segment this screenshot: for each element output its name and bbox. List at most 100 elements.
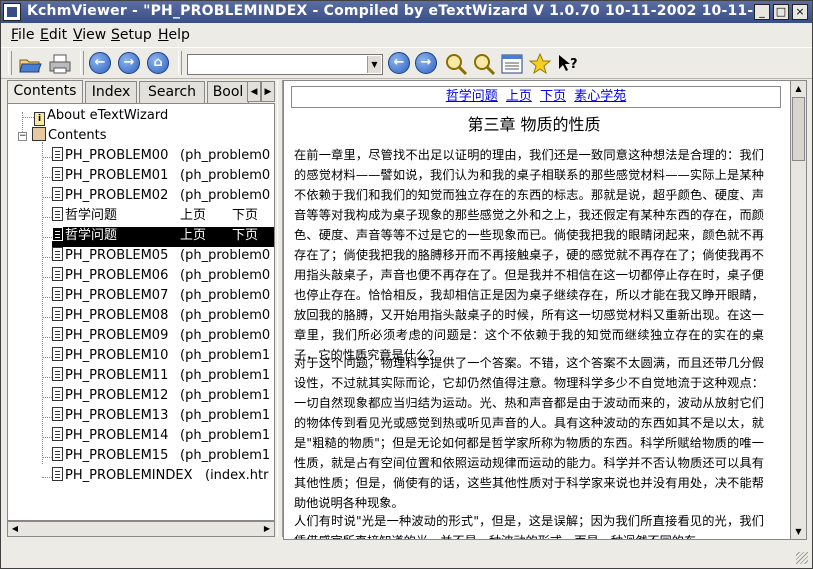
tab-scroll-right-icon[interactable]: ▶ [261,81,275,102]
tree-item-label: 哲学问题 [65,228,118,243]
url-combo[interactable]: ▼ [187,54,383,75]
tree-item-child[interactable]: PH_PROBLEM05 (ph_problem0 [52,247,274,267]
scroll-down-icon[interactable]: ▼ [791,524,806,539]
tree-item-title: (ph_problem0 [180,188,271,203]
minimize-button[interactable]: _ [754,4,770,20]
tab-contents[interactable]: Contents [7,80,83,103]
contents-tree[interactable]: i About eTextWizard − Contents PH_PROBLEM… [7,103,275,521]
document-page-icon [52,207,63,221]
menu-file[interactable]: File [11,27,34,43]
open-folder-icon[interactable] [18,52,42,76]
tree-item-title: 上页 下页 [180,208,259,223]
tree-item-label: PH_PROBLEM15 [65,448,169,463]
tab-bookmarks[interactable]: Bool [207,81,249,103]
home-icon[interactable]: ⌂ [147,52,171,76]
tree-item-title: (ph_problem0 [180,288,271,303]
link-next-page[interactable]: 下页 [540,89,566,104]
link-philosophy-problems[interactable]: 哲学问题 [446,89,498,104]
document-page-icon [52,247,63,261]
tree-item-child[interactable]: PH_PROBLEM10 (ph_problem1 [52,347,274,367]
menu-edit[interactable]: Edit [40,27,67,43]
tree-horizontal-scrollbar[interactable]: ◀ ▶ [7,521,275,537]
prev-page-icon[interactable]: ← [388,52,412,76]
tree-item-child[interactable]: PH_PROBLEM08 (ph_problem0 [52,307,274,327]
tree-item-title: (ph_problem1 [180,388,271,403]
tab-scroll-left-icon[interactable]: ◀ [247,81,261,102]
tree-item-child[interactable]: PH_PROBLEM15 (ph_problem1 [52,447,274,467]
paragraph-2: 对于这个问题，物理科学提供了一个答案。不错，这个答案不太圆满，而且还带几分假设性… [294,356,764,510]
tree-item-child[interactable]: PH_PROBLEM09 (ph_problem0 [52,327,274,347]
tree-item-title: (ph_problem1 [180,448,271,463]
tree-collapse-icon[interactable]: − [18,132,27,141]
tree-item-label: PH_PROBLEM01 [65,168,169,183]
document-page-icon [52,167,63,181]
paragraph-1: 在前一章里，尽管找不出足以证明的理由，我们还是一致同意这种想法是合理的：我们的感… [294,148,764,362]
zoom-out-icon[interactable] [472,52,496,76]
tree-item-child[interactable]: PH_PROBLEM12 (ph_problem1 [52,387,274,407]
svg-text:?: ? [570,57,578,72]
document-page-icon [52,347,63,361]
tree-item-label: 哲学问题 [65,208,118,223]
tree-item-child[interactable]: PH_PROBLEMINDEX (index.htr [52,467,274,487]
toolbar-grip-2[interactable] [80,51,84,75]
document-page-icon [52,187,63,201]
tree-item-title: (ph_problem0 [180,308,271,323]
tab-search[interactable]: Search [139,81,205,103]
chevron-down-icon[interactable]: ▼ [367,56,381,73]
whats-this-icon[interactable]: ? [556,52,580,76]
forward-icon[interactable]: → [118,52,142,76]
tree-item-label: PH_PROBLEM13 [65,408,169,423]
back-icon[interactable]: ← [89,52,113,76]
tree-item-child[interactable]: 哲学问题 上页 下页 [52,227,274,247]
tree-item-label: PH_PROBLEM00 [65,148,169,163]
tree-item-child[interactable]: PH_PROBLEM01 (ph_problem0 [52,167,274,187]
document-page-icon [52,327,63,341]
tree-item-title: (ph_problem0 [180,148,271,163]
page-nav-links: 哲学问题 上页 下页 素心学苑 [291,86,781,108]
tree-item-child[interactable]: 哲学问题 上页 下页 [52,207,274,227]
link-suxin-xueyuan[interactable]: 素心学苑 [574,89,626,104]
maximize-button[interactable]: □ [773,4,789,20]
menu-setup[interactable]: Setup [111,27,152,43]
zoom-in-icon[interactable] [444,52,468,76]
tree-item-title: (ph_problem0 [180,328,271,343]
scroll-right-icon[interactable]: ▶ [260,522,274,536]
tree-item-child[interactable]: PH_PROBLEM14 (ph_problem1 [52,427,274,447]
tree-item-label: PH_PROBLEM05 [65,248,169,263]
resize-grip[interactable] [796,552,808,564]
book-icon [32,127,46,141]
link-prev-page[interactable]: 上页 [506,89,532,104]
menu-help[interactable]: Help [158,27,190,43]
scroll-up-icon[interactable]: ▲ [791,81,806,96]
window-title: KchmViewer - "PH_PROBLEMINDEX - Compiled… [27,3,764,19]
bookmark-star-icon[interactable] [528,52,552,76]
source-view-icon[interactable] [500,52,524,76]
tree-item-contents[interactable]: Contents [32,127,106,147]
scrollbar-thumb[interactable] [792,97,805,161]
tab-index[interactable]: Index [85,81,137,103]
document-page-icon [52,367,63,381]
tree-item-about[interactable]: i About eTextWizard [34,107,168,127]
menu-view[interactable]: View [73,27,106,43]
next-page-icon[interactable]: → [415,52,439,76]
toolbar-grip-3[interactable] [178,51,182,75]
scroll-left-icon[interactable]: ◀ [8,522,22,536]
tree-item-label: PH_PROBLEM08 [65,308,169,323]
tree-item-child[interactable]: PH_PROBLEM07 (ph_problem0 [52,287,274,307]
document-page-icon [52,287,63,301]
tree-item-child[interactable]: PH_PROBLEM06 (ph_problem0 [52,267,274,287]
tree-item-child[interactable]: PH_PROBLEM13 (ph_problem1 [52,407,274,427]
content-vertical-scrollbar[interactable]: ▲ ▼ [790,81,806,539]
close-button[interactable]: × [792,4,808,20]
tab-bar: Contents Index Search Bool ◀ ▶ [7,80,275,103]
tree-item-child[interactable]: PH_PROBLEM11 (ph_problem1 [52,367,274,387]
tree-item-label: PH_PROBLEM07 [65,288,169,303]
tree-item-child[interactable]: PH_PROBLEM00 (ph_problem0 [52,147,274,167]
app-icon[interactable] [3,3,21,21]
toolbar-grip[interactable] [8,51,12,75]
tree-item-child[interactable]: PH_PROBLEM02 (ph_problem0 [52,187,274,207]
title-bar[interactable]: KchmViewer - "PH_PROBLEMINDEX - Compiled… [1,1,812,23]
content-view[interactable]: 哲学问题 上页 下页 素心学苑 第三章 物质的性质 在前一章里，尽管找不出足以证… [283,80,807,540]
tree-item-label: PH_PROBLEMINDEX [65,468,193,483]
print-icon[interactable] [48,52,72,76]
